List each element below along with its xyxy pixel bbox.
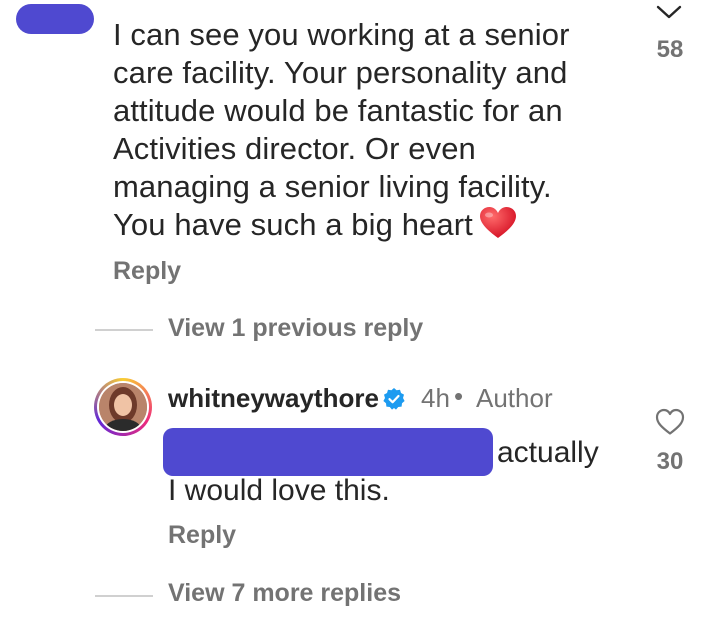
comment-line: attitude would be fantastic for an: [113, 93, 563, 128]
avatar[interactable]: [94, 378, 152, 436]
comment-line: You have such a big heart: [113, 207, 473, 242]
avatar-photo: [99, 383, 147, 431]
heart-like-icon[interactable]: [655, 408, 685, 436]
comment-line: I can see you working at a senior: [113, 17, 570, 52]
reply-button[interactable]: Reply: [168, 521, 236, 550]
reply-text-line: I would love this.: [168, 474, 390, 507]
comment-line-last: You have such a big heart: [113, 206, 633, 244]
thread-divider: [95, 329, 153, 331]
view-more-replies-button[interactable]: View 7 more replies: [168, 579, 401, 608]
comment-line: managing a senior living facility.: [113, 169, 552, 204]
parent-comment-text: I can see you working at a senior care f…: [113, 16, 633, 244]
reply-username[interactable]: whitneywaythore: [168, 383, 379, 414]
parent-like-count: 58: [656, 36, 684, 63]
author-label: Author: [476, 383, 553, 413]
chevron-down-icon[interactable]: [655, 4, 683, 20]
red-heart-emoji-icon: [479, 207, 516, 238]
profile-photo-icon: [99, 383, 147, 431]
parent-reply-button[interactable]: Reply: [113, 257, 181, 286]
redacted-avatar-area: [16, 4, 94, 34]
reply-text-fragment: actually: [497, 436, 599, 469]
comment-line: Activities director. Or even: [113, 131, 476, 166]
verified-badge-icon: [383, 388, 405, 410]
comment-line: care facility. Your personality and: [113, 55, 568, 90]
redacted-text: [163, 428, 493, 476]
reply-timestamp: 4h: [421, 383, 450, 413]
thread-divider: [95, 595, 153, 597]
reply-like-count: 30: [656, 448, 684, 475]
view-previous-replies-button[interactable]: View 1 previous reply: [168, 314, 423, 343]
meta-separator: •: [454, 381, 464, 411]
